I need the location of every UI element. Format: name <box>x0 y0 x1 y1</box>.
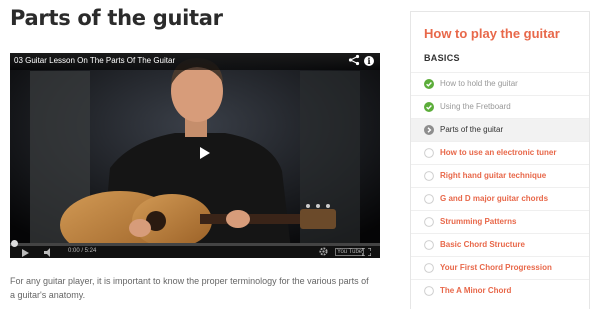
gear-icon[interactable] <box>319 247 328 256</box>
current-lesson-icon <box>424 125 434 135</box>
video-header: 03 Guitar Lesson On The Parts Of The Gui… <box>10 53 380 70</box>
lesson-label: The A Minor Chord <box>440 286 512 295</box>
empty-circle-icon <box>424 217 434 227</box>
lesson-item[interactable]: Right hand guitar technique <box>411 164 589 187</box>
lesson-item[interactable]: How to use an electronic tuner <box>411 141 589 164</box>
empty-circle-icon <box>424 194 434 204</box>
lesson-item[interactable]: G and D major guitar chords <box>411 187 589 210</box>
course-sidebar: How to play the guitar BASICS How to hol… <box>410 11 590 309</box>
lesson-item[interactable]: Using the Fretboard <box>411 95 589 118</box>
video-player[interactable]: 03 Guitar Lesson On The Parts Of The Gui… <box>10 53 380 258</box>
youtube-logo[interactable]: You Tube <box>335 248 365 256</box>
play-icon[interactable] <box>193 142 215 164</box>
lesson-item[interactable]: Strumming Patterns <box>411 210 589 233</box>
lesson-label: Strumming Patterns <box>440 217 517 226</box>
empty-circle-icon <box>424 240 434 250</box>
lesson-label: Parts of the guitar <box>440 125 504 134</box>
lesson-label: How to hold the guitar <box>440 79 518 88</box>
section-label: BASICS <box>424 53 460 63</box>
lesson-label: Right hand guitar technique <box>440 171 547 180</box>
lesson-item[interactable]: Parts of the guitar <box>411 118 589 141</box>
lesson-item[interactable]: Your First Chord Progression <box>411 256 589 279</box>
play-icon[interactable] <box>22 249 29 257</box>
empty-circle-icon <box>424 263 434 273</box>
course-title[interactable]: How to play the guitar <box>424 26 560 41</box>
video-title[interactable]: 03 Guitar Lesson On The Parts Of The Gui… <box>14 56 175 65</box>
info-icon[interactable]: i <box>364 56 374 66</box>
lesson-list: How to hold the guitar Using the Fretboar… <box>411 72 589 302</box>
page-title: Parts of the guitar <box>10 6 223 30</box>
lesson-item[interactable]: How to hold the guitar <box>411 72 589 95</box>
lesson-label: Basic Chord Structure <box>440 240 525 249</box>
fullscreen-icon[interactable] <box>362 248 371 256</box>
empty-circle-icon <box>424 286 434 296</box>
lesson-label: How to use an electronic tuner <box>440 148 557 157</box>
progress-knob[interactable] <box>11 240 18 247</box>
lesson-label: G and D major guitar chords <box>440 194 549 203</box>
lesson-item[interactable]: Basic Chord Structure <box>411 233 589 256</box>
lesson-label: Your First Chord Progression <box>440 263 552 272</box>
lesson-description: For any guitar player, it is important t… <box>10 276 369 300</box>
volume-icon[interactable] <box>44 248 55 257</box>
time-display: 0:00 / 5:24 <box>68 248 97 254</box>
video-controls: 0:00 / 5:24 You Tube <box>10 240 380 258</box>
share-icon[interactable] <box>348 54 360 66</box>
check-icon <box>424 102 434 112</box>
empty-circle-icon <box>424 171 434 181</box>
check-icon <box>424 79 434 89</box>
empty-circle-icon <box>424 148 434 158</box>
progress-bar[interactable] <box>10 240 380 247</box>
lesson-label: Using the Fretboard <box>440 102 511 111</box>
lesson-item[interactable]: The A Minor Chord <box>411 279 589 302</box>
